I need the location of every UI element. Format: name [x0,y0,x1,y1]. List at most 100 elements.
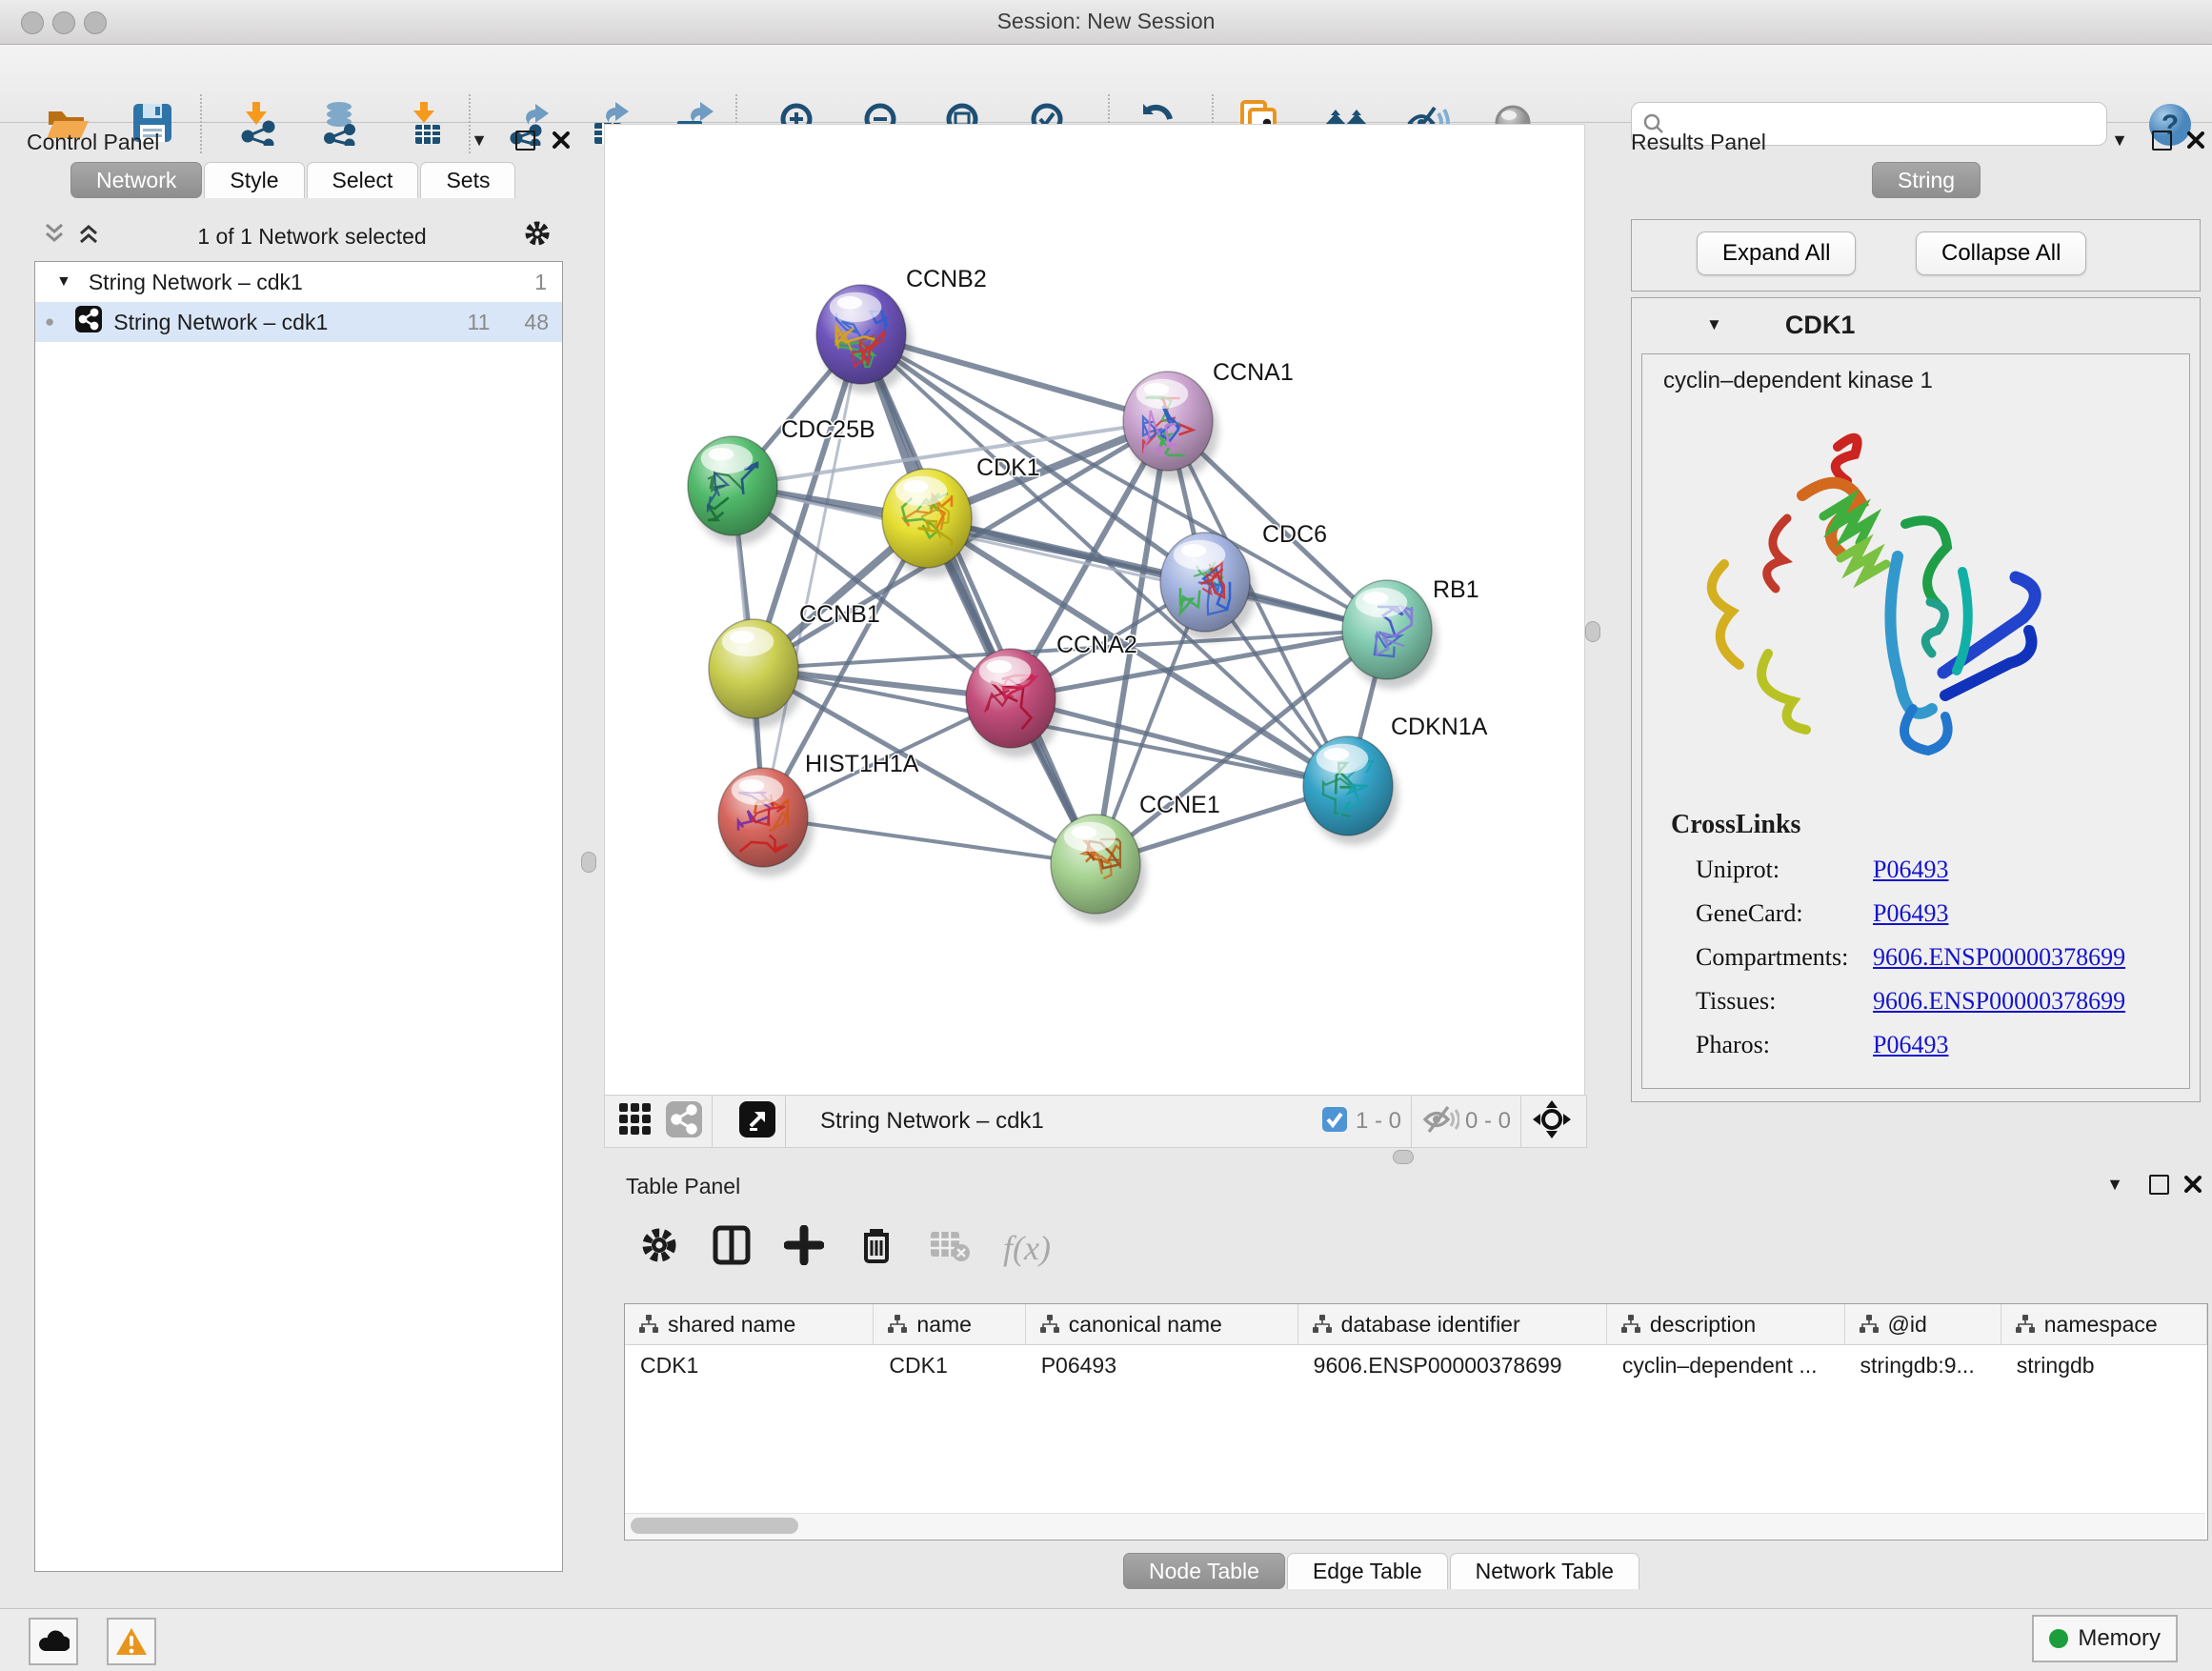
tree-expand-icon[interactable]: ▼ [56,273,71,291]
table-cell: stringdb:9... [1845,1345,2001,1385]
table-rows: CDK1CDK1P064939606.ENSP00000378699cyclin… [625,1345,2207,1385]
network-node-CDKN1A[interactable]: CDKN1A [1303,714,1488,845]
horizontal-scrollbar[interactable] [625,1513,2205,1539]
node-count: 11 [468,310,491,335]
crosslink-label: Compartments: [1696,943,1873,972]
cloud-status-button[interactable] [29,1618,78,1665]
bottom-splitter-handle[interactable] [1393,1150,1414,1164]
node-label: CCNB1 [799,601,880,628]
float-panel-icon[interactable] [513,128,537,152]
float-panel-icon[interactable] [2146,1172,2171,1197]
table-header-row: shared namenamecanonical namedatabase id… [625,1304,2207,1345]
function-builder-icon: f(x) [1003,1228,1051,1268]
table-cell: CDK1 [874,1345,1025,1385]
collapse-entry-icon[interactable]: ▼ [1706,315,1722,334]
network-canvas[interactable]: CCNB2CCNA1CDC25BCDK1CDC6RB1CCNB1CCNA2CDK… [604,124,1585,1096]
column-header-description[interactable]: description [1607,1304,1845,1344]
fit-selected-crosshair-icon[interactable] [1531,1098,1573,1145]
collapse-all-icon[interactable] [42,221,67,252]
float-panel-icon[interactable] [2149,128,2174,152]
network-node-RB1[interactable]: RB1 [1342,576,1479,689]
control-panel: Control Panel ▼ NetworkStyleSelectSets 1… [10,126,570,1570]
node-label: CDC6 [1262,521,1327,548]
scrollbar-thumb[interactable] [631,1518,798,1534]
warning-icon [115,1627,148,1656]
edge-count: 48 [524,310,549,335]
string-network-badge-icon[interactable] [666,1101,702,1142]
tab-network[interactable]: Network [70,162,202,198]
window-title: Session: New Session [0,9,2212,34]
tab-select[interactable]: Select [307,162,419,198]
network-row-selected[interactable]: ● String Network – cdk1 11 48 [35,302,562,342]
tab-edge-table[interactable]: Edge Table [1287,1553,1448,1589]
table-row[interactable]: CDK1CDK1P064939606.ENSP00000378699cyclin… [625,1345,2207,1385]
close-panel-icon[interactable] [549,128,573,152]
node-table[interactable]: shared namenamecanonical namedatabase id… [624,1303,2208,1540]
left-splitter-handle[interactable] [581,852,596,873]
column-header-@id[interactable]: @id [1845,1304,2001,1344]
node-label: CCNA2 [1056,632,1137,658]
close-panel-icon[interactable] [2183,128,2208,152]
crosslink-label: Pharos: [1696,1031,1873,1059]
crosslink-link[interactable]: P06493 [1873,856,1948,884]
column-header-database-identifier[interactable]: database identifier [1298,1304,1607,1344]
table-panel-title: Table Panel [626,1174,740,1199]
column-header-name[interactable]: name [874,1304,1025,1344]
network-node-CDK1[interactable]: CDK1 [882,454,1040,577]
birdseye-grid-icon[interactable] [618,1102,653,1141]
footer-separator [785,1096,786,1147]
network-edge[interactable] [763,334,861,817]
crosslink-link[interactable]: 9606.ENSP00000378699 [1873,943,2125,972]
network-label: String Network – cdk1 [113,310,328,335]
main-toolbar: ? [0,45,2212,123]
column-header-shared-name[interactable]: shared name [625,1304,874,1344]
hidden-eye-icon[interactable] [1421,1103,1459,1140]
delete-column-icon[interactable] [856,1225,896,1270]
collapse-all-button[interactable]: Collapse All [1916,232,2086,275]
network-collection-row[interactable]: ▼ String Network – cdk1 1 [35,262,562,302]
panel-menu-chevron-icon[interactable]: ▼ [2102,1172,2127,1197]
network-node-HIST1H1A[interactable]: HIST1H1A [718,751,919,876]
tab-sets[interactable]: Sets [420,162,515,198]
warning-status-button[interactable] [107,1618,156,1665]
open-in-browser-icon[interactable] [739,1101,775,1142]
expand-all-icon[interactable] [76,221,101,252]
tab-network-table[interactable]: Network Table [1450,1553,1639,1589]
cloud-icon [37,1630,70,1653]
node-label: HIST1H1A [805,751,919,777]
table-cell: P06493 [1026,1345,1298,1385]
right-splitter-handle[interactable] [1585,621,1600,642]
select-columns-icon[interactable] [712,1225,752,1270]
options-gear-icon[interactable] [523,219,552,253]
panel-menu-chevron-icon[interactable]: ▼ [2107,128,2132,152]
table-cell: cyclin–dependent ... [1607,1345,1845,1385]
expand-collapse-box: Expand All Collapse All [1631,219,2201,292]
crosslink-link[interactable]: P06493 [1873,899,1948,928]
add-column-icon[interactable] [784,1225,824,1270]
network-node-CCNB2[interactable]: CCNB2 [816,266,987,393]
crosslink-link[interactable]: 9606.ENSP00000378699 [1873,987,2125,1016]
memory-button[interactable]: Memory [2032,1615,2178,1662]
tab-node-table[interactable]: Node Table [1123,1553,1285,1589]
panel-menu-chevron-icon[interactable]: ▼ [467,128,492,152]
node-label: CDC25B [781,416,875,443]
column-header-namespace[interactable]: namespace [2001,1304,2207,1344]
network-node-CCNE1[interactable]: CCNE1 [1051,792,1220,923]
table-cell: CDK1 [625,1345,874,1385]
tab-style[interactable]: Style [204,162,304,198]
close-panel-icon[interactable] [2181,1172,2205,1197]
network-node-CCNB1[interactable]: CCNB1 [709,601,880,728]
network-view-title: String Network – cdk1 [820,1108,1044,1135]
table-toolbar: f(x) [639,1225,1051,1270]
column-header-canonical-name[interactable]: canonical name [1026,1304,1298,1344]
crosslink-link[interactable]: P06493 [1873,1031,1948,1059]
footer-separator [712,1096,713,1147]
expand-all-button[interactable]: Expand All [1697,232,1856,275]
results-tab-string[interactable]: String [1872,162,1982,198]
status-bar: Memory [0,1608,2212,1671]
table-settings-gear-icon[interactable] [639,1225,679,1270]
entry-header[interactable]: ▼ CDK1 [1632,298,2200,352]
selected-checkbox-icon[interactable] [1321,1106,1348,1137]
crosslink-label: Tissues: [1696,987,1873,1016]
crosslink-label: GeneCard: [1696,899,1873,928]
